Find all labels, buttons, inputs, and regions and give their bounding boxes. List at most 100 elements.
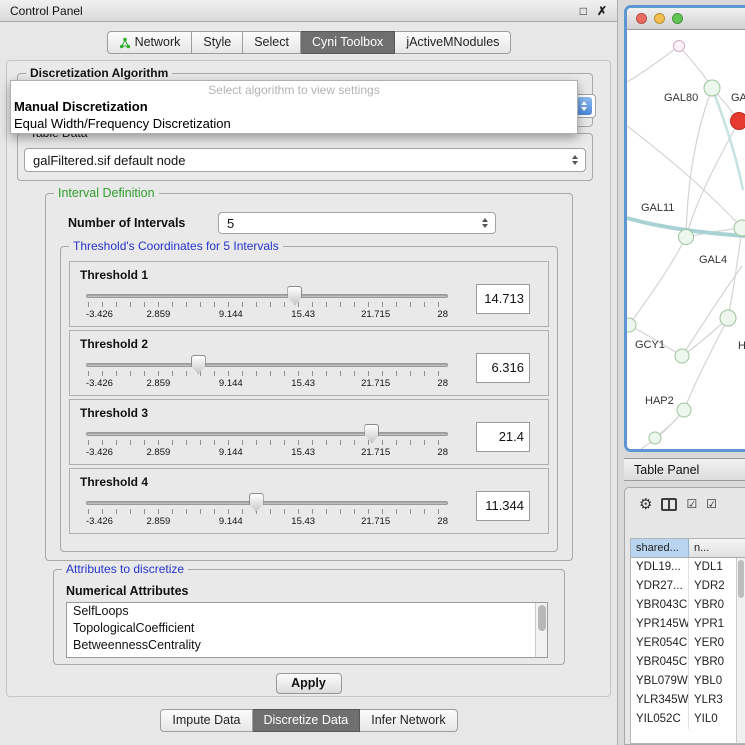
node[interactable] [674,41,685,52]
columns-icon[interactable] [661,498,677,511]
node-gal80[interactable] [704,80,720,96]
checkbox-icon[interactable]: ☑ [706,498,717,510]
node-hap2[interactable] [677,403,691,417]
network-icon [119,37,131,49]
bottom-tab-bar: Impute Data Discretize Data Infer Networ… [0,709,618,732]
scrollbar-thumb[interactable] [738,560,744,598]
tab-label: Cyni Toolbox [312,32,383,53]
node-gal11[interactable] [679,230,694,245]
cell[interactable]: YIL052C [631,710,689,729]
slider-scale: -3.426 2.859 9.144 15.43 21.715 28 [86,447,448,459]
tab-discretize-data[interactable]: Discretize Data [253,709,361,732]
tick-label: 21.715 [361,516,390,527]
tick-label: 21.715 [361,378,390,389]
node[interactable] [720,310,736,326]
table-row[interactable]: YBR045CYBR0 [631,653,745,672]
tick-label: 2.859 [147,309,171,320]
algorithm-dropdown-popup: Select algorithm to view settings Manual… [10,80,578,134]
cell[interactable]: YDR27... [631,577,689,596]
control-panel-titlebar[interactable]: Control Panel □ ✗ [0,0,617,22]
cell[interactable]: YBR045C [631,653,689,672]
close-window-icon[interactable]: ✗ [597,4,607,18]
number-of-intervals-select[interactable]: 5 [218,212,496,234]
apply-button[interactable]: Apply [276,673,342,694]
cell[interactable]: YLR345W [631,691,689,710]
cell[interactable]: YBR043C [631,596,689,615]
combo-value: galFiltered.sif default node [25,153,568,168]
list-scrollbar[interactable] [535,603,547,657]
tab-infer-network[interactable]: Infer Network [360,709,457,732]
restore-window-icon[interactable]: □ [580,4,587,18]
table-row[interactable]: YER054CYER0 [631,634,745,653]
group-title: Attributes to discretize [62,562,188,576]
popup-option-manual-discretization[interactable]: Manual Discretization [11,98,577,115]
desktop: Control Panel □ ✗ Network Style Select C… [0,0,745,745]
slider-track[interactable] [86,363,448,367]
zoom-traffic-light-icon[interactable] [672,13,683,24]
top-tab-bar: Network Style Select Cyni Toolbox jActiv… [0,31,618,54]
minimize-traffic-light-icon[interactable] [654,13,665,24]
checkbox-icon[interactable]: ☑ [686,498,697,510]
tab-select[interactable]: Select [243,31,301,54]
network-window-titlebar[interactable] [627,8,745,30]
threshold-3-slider[interactable]: -3.426 2.859 9.144 15.43 21.715 28 [86,424,448,462]
tab-style[interactable]: Style [192,31,243,54]
table-row[interactable]: YLR345WYLR3 [631,691,745,710]
threshold-4-slider[interactable]: -3.426 2.859 9.144 15.43 21.715 28 [86,493,448,531]
threshold-4-value-field[interactable]: 11.344 [476,491,530,521]
table-data-select[interactable]: galFiltered.sif default node [24,148,586,172]
node-gcy1[interactable] [627,318,636,332]
numerical-attributes-label: Numerical Attributes [66,584,188,598]
cell[interactable]: YBL079W [631,672,689,691]
tab-network[interactable]: Network [107,31,193,54]
gear-icon[interactable]: ⚙ [639,497,652,512]
threshold-3-panel: Threshold 3 -3.426 2.859 9.144 15.43 21.… [69,399,549,465]
table-panel-titlebar[interactable]: Table Panel [624,458,745,481]
node[interactable] [649,432,661,444]
network-view-window: GAL80 GA GAL11 GAL4 GCY1 HAP2 H [624,5,745,452]
column-header-name[interactable]: n... [689,539,745,557]
threshold-3-value-field[interactable]: 21.4 [476,422,530,452]
close-traffic-light-icon[interactable] [636,13,647,24]
slider-track[interactable] [86,501,448,505]
table-panel-title: Table Panel [634,463,699,477]
tab-jactivemnodules[interactable]: jActiveMNodules [395,31,511,54]
cell[interactable]: YER054C [631,634,689,653]
table-row[interactable]: YPR145WYPR1 [631,615,745,634]
tick-label: 2.859 [147,378,171,389]
tab-label: Style [203,32,231,53]
node-gal4[interactable] [734,220,745,236]
popup-option-equal-width-frequency[interactable]: Equal Width/Frequency Discretization [11,115,577,132]
list-item[interactable]: SelfLoops [67,603,547,620]
tick-label: 21.715 [361,309,390,320]
scrollbar-thumb[interactable] [538,605,546,631]
node[interactable] [675,349,689,363]
slider-track[interactable] [86,294,448,298]
tab-impute-data[interactable]: Impute Data [160,709,252,732]
table-row[interactable]: YIL052CYIL0 [631,710,745,729]
table-row[interactable]: YDL19...YDL1 [631,558,745,577]
network-canvas[interactable]: GAL80 GA GAL11 GAL4 GCY1 HAP2 H [627,30,745,449]
table-row[interactable]: YBR043CYBR0 [631,596,745,615]
tick-label: 15.43 [291,378,315,389]
threshold-2-value-field[interactable]: 6.316 [476,353,530,383]
threshold-1-value-field[interactable]: 14.713 [476,284,530,314]
table-row[interactable]: YDR27...YDR2 [631,577,745,596]
tab-cyni-toolbox[interactable]: Cyni Toolbox [301,31,395,54]
table-scrollbar[interactable] [736,558,745,743]
node-red-selected[interactable] [731,113,745,130]
network-graph: GAL80 GA GAL11 GAL4 GCY1 HAP2 H [627,30,745,449]
list-item[interactable]: BetweennessCentrality [67,637,547,654]
threshold-1-slider[interactable]: -3.426 2.859 9.144 15.43 21.715 28 [86,286,448,324]
group-title: Threshold's Coordinates for 5 Intervals [69,239,283,253]
list-item[interactable]: TopologicalCoefficient [67,620,547,637]
threshold-2-slider[interactable]: -3.426 2.859 9.144 15.43 21.715 28 [86,355,448,393]
threshold-label: Threshold 1 [80,268,148,282]
slider-ticks [88,302,446,307]
column-header-shared-name[interactable]: shared... [631,539,689,557]
slider-scale: -3.426 2.859 9.144 15.43 21.715 28 [86,378,448,390]
cell[interactable]: YPR145W [631,615,689,634]
table-row[interactable]: YBL079WYBL0 [631,672,745,691]
slider-track[interactable] [86,432,448,436]
cell[interactable]: YDL19... [631,558,689,577]
